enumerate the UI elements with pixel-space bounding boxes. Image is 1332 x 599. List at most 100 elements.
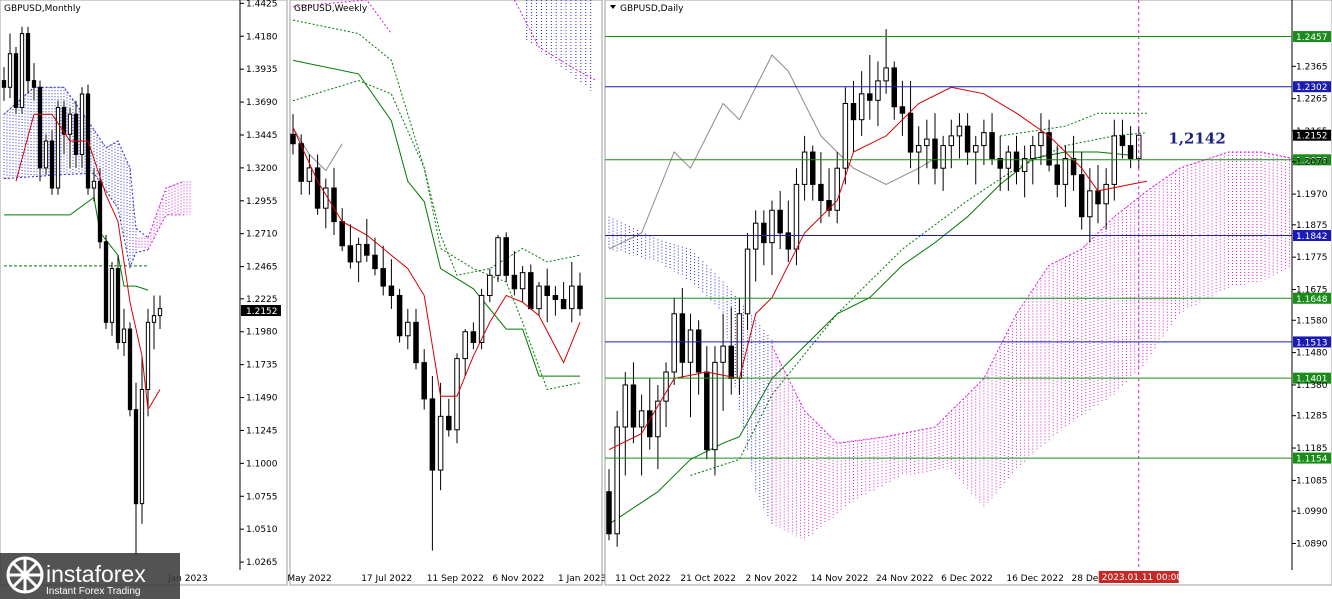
- daily-candle: [940, 145, 946, 169]
- monthly-y-tick-label: 1.1735: [246, 361, 278, 371]
- weekly-candle: [347, 245, 354, 263]
- daily-candle: [728, 345, 734, 379]
- logo-name: instaforex: [46, 561, 146, 587]
- daily-candle: [630, 384, 637, 428]
- daily-candle: [638, 410, 645, 428]
- daily-last-price-label: 1.2152: [1296, 132, 1328, 142]
- weekly-candle: [306, 167, 313, 182]
- monthly-candle: [13, 53, 19, 108]
- weekly-x-tick-label: 11 Sep 2022: [427, 574, 484, 584]
- daily-y-tick-label: 1.1480: [1296, 349, 1328, 359]
- daily-y-tick-label: 1.1875: [1296, 221, 1328, 231]
- daily-candle: [793, 183, 800, 250]
- monthly-candle: [19, 33, 25, 108]
- weekly-candle: [470, 331, 477, 343]
- weekly-candle: [503, 237, 509, 276]
- daily-candle: [1013, 151, 1020, 172]
- weekly-candle: [544, 285, 550, 296]
- weekly-candle: [372, 254, 378, 270]
- daily-candle: [687, 329, 694, 363]
- monthly-candle: [121, 328, 127, 343]
- daily-candle: [606, 491, 612, 535]
- monthly-candle: [151, 315, 157, 323]
- daily-x-tick-label: 16 Dec 2022: [1006, 574, 1064, 584]
- daily-candle: [842, 103, 849, 169]
- weekly-candle: [339, 221, 345, 247]
- daily-candle: [777, 209, 783, 234]
- daily-candle: [720, 345, 726, 363]
- daily-candle: [679, 313, 686, 363]
- weekly-candle: [388, 285, 395, 296]
- daily-candle: [647, 410, 653, 438]
- daily-candle: [883, 67, 889, 82]
- monthly-y-tick-label: 1.2955: [246, 197, 278, 207]
- monthly-candle: [127, 328, 133, 411]
- monthly-candle: [115, 268, 121, 343]
- weekly-candle: [552, 294, 559, 301]
- logo-mark-icon: [6, 556, 44, 594]
- daily-candle: [1054, 164, 1060, 185]
- monthly-candle: [91, 180, 97, 189]
- monthly-last-price-label: 1.2152: [246, 307, 278, 317]
- daily-candle: [663, 371, 669, 402]
- daily-candle: [752, 222, 759, 250]
- daily-candle: [1030, 145, 1036, 160]
- weekly-chart-title: GBPUSD,Weekly: [294, 4, 368, 14]
- daily-candle: [981, 132, 987, 147]
- daily-candle: [744, 248, 751, 315]
- daily-candle: [1062, 158, 1069, 185]
- daily-candle: [671, 313, 677, 373]
- panel-monthly[interactable]: 1.4425 1.4180 1.3935 1.3690 1.3445 1.3200 1.29…: [0, 0, 288, 586]
- monthly-candle: [37, 86, 43, 169]
- daily-candle: [1078, 174, 1085, 218]
- monthly-last-price-badge: 1.2152: [241, 305, 281, 317]
- daily-candle: [907, 112, 914, 153]
- daily-candle: [761, 222, 767, 244]
- monthly-candle: [109, 268, 115, 323]
- weekly-candle: [446, 415, 452, 431]
- daily-candle: [964, 125, 971, 153]
- weekly-candle: [519, 272, 526, 290]
- daily-candle: [867, 93, 873, 101]
- daily-y-tick-label: 1.1675: [1296, 286, 1328, 296]
- daily-candle: [1119, 135, 1126, 147]
- weekly-candle: [511, 274, 518, 290]
- weekly-candle: [413, 321, 419, 364]
- weekly-x-tick-label: 17 Jul 2022: [361, 574, 412, 584]
- daily-candle: [712, 361, 718, 451]
- panel-weekly[interactable]: May 2022 17 Jul 2022 11 Sep 2022 6 Nov 2022…: [287, 0, 606, 586]
- monthly-candle: [157, 308, 163, 317]
- daily-candle: [932, 138, 938, 169]
- weekly-candle: [314, 167, 321, 209]
- monthly-y-tick-label: 1.0510: [246, 525, 278, 535]
- daily-candle: [1038, 132, 1044, 147]
- weekly-candle: [290, 133, 296, 145]
- weekly-candle: [421, 362, 427, 400]
- monthly-y-tick-label: 1.1000: [246, 459, 278, 469]
- daily-candle: [875, 80, 881, 101]
- daily-level-label: 1.1154: [1296, 455, 1328, 465]
- monthly-y-tick-label: 1.4425: [246, 0, 278, 9]
- daily-x-tick-label: 11 Oct 2022: [615, 574, 671, 584]
- daily-level-label: 1.2457: [1296, 33, 1328, 43]
- daily-candle: [858, 93, 865, 121]
- daily-y-tick-label: 1.1775: [1296, 253, 1328, 263]
- weekly-candle: [528, 272, 534, 310]
- monthly-candle: [49, 140, 55, 189]
- daily-x-tick-label: 6 Dec 2022: [941, 574, 993, 584]
- panel-daily[interactable]: 1.24571.23021.20761.18421.16481.15131.14…: [604, 0, 1332, 586]
- daily-y-tick-label: 1.1380: [1296, 381, 1328, 391]
- logo-tagline: Instant Forex Trading: [46, 586, 141, 597]
- daily-level-label: 1.1513: [1296, 338, 1328, 348]
- monthly-candle: [139, 388, 145, 505]
- daily-candle: [801, 151, 808, 185]
- daily-candle: [695, 329, 702, 373]
- monthly-candle: [103, 241, 109, 323]
- monthly-y-tick-label: 1.0755: [246, 492, 278, 502]
- monthly-candle: [73, 113, 79, 155]
- daily-y-tick-label: 1.1185: [1296, 444, 1328, 454]
- monthly-y-tick-label: 1.3935: [246, 65, 278, 75]
- monthly-y-tick-label: 1.3200: [246, 164, 278, 174]
- weekly-candle: [569, 285, 575, 310]
- weekly-candle: [560, 299, 567, 310]
